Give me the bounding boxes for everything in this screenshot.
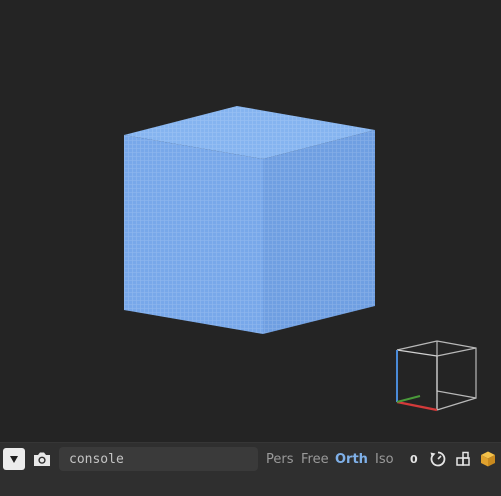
scene-canvas (124, 106, 477, 412)
mode-orth[interactable]: Orth (335, 452, 368, 467)
view-counter: 0 (410, 453, 418, 466)
y-axis-line (396, 395, 421, 403)
3d-viewport[interactable] (0, 0, 501, 442)
console-input[interactable] (59, 447, 258, 471)
mode-iso[interactable]: Iso (375, 452, 394, 467)
rotate-reset-icon[interactable] (428, 449, 448, 469)
bottom-toolbar: Pers Free Orth Iso 0 (0, 442, 501, 496)
camera-icon[interactable] (32, 449, 52, 469)
voxel-cube[interactable] (124, 106, 375, 334)
cube-icon[interactable] (478, 449, 498, 469)
mode-pers[interactable]: Pers (266, 452, 294, 467)
x-axis-line (396, 400, 438, 412)
view-cube-gizmo[interactable] (396, 340, 477, 412)
layout-icon[interactable] (453, 449, 473, 469)
triangle-down-icon[interactable] (3, 448, 25, 470)
mode-free[interactable]: Free (301, 452, 329, 467)
